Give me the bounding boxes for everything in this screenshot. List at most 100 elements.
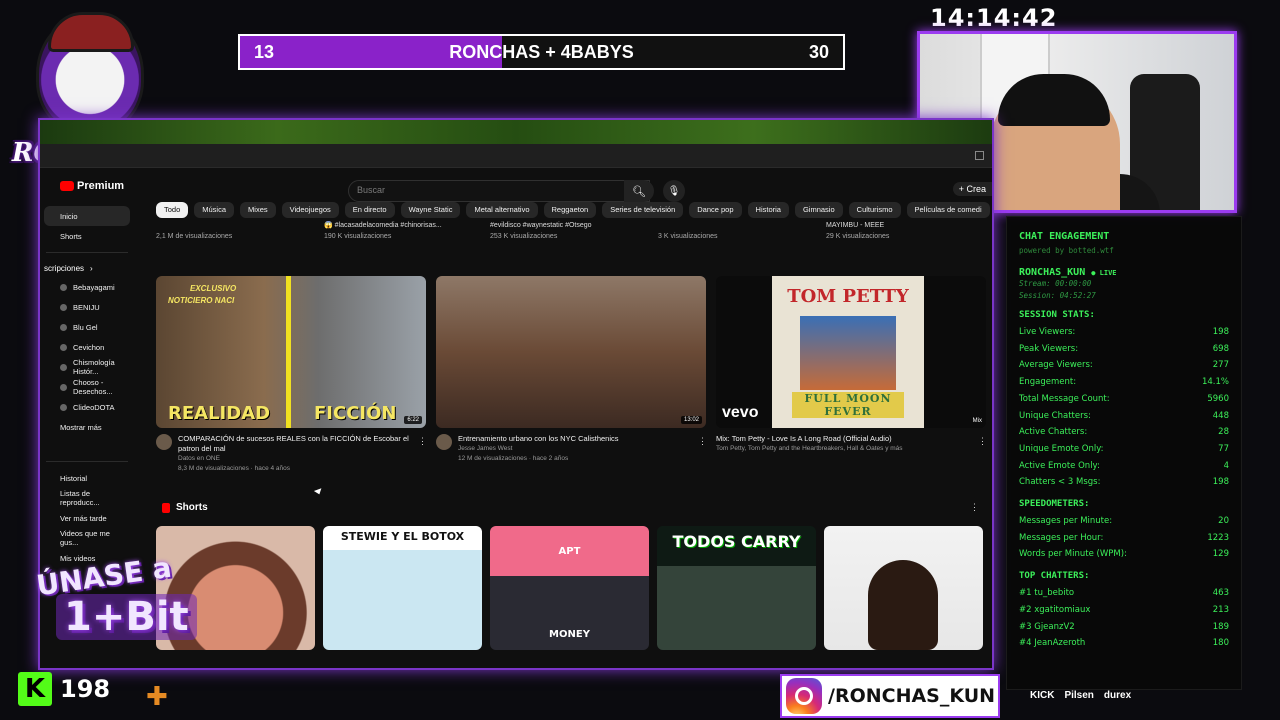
short-caption: STEWIE Y EL BOTOX (340, 530, 465, 543)
sidebar-show-more[interactable]: Mostrar más (44, 417, 130, 437)
chip-music[interactable]: Música (194, 202, 235, 218)
video-channel[interactable]: Datos en ONE (178, 454, 426, 464)
sidebar-item-playlists[interactable]: Listas de reproducc... (44, 488, 130, 508)
video-thumbnail[interactable]: EXCLUSIVO NOTICIERO NACI REALIDAD FICCIÓ… (156, 276, 426, 428)
subscription-label: Bebayagami (73, 282, 115, 292)
chatter-row: #1 tu_bebito 463 (1019, 585, 1229, 602)
channel-avatar[interactable] (436, 434, 452, 450)
voice-search-button[interactable]: 🎙︎ (663, 180, 685, 202)
prev-video-views: 2,1 M de visualizaciones (156, 233, 233, 240)
chip-history[interactable]: Historia (747, 202, 789, 218)
create-button[interactable]: + Crea (952, 182, 992, 196)
short-card[interactable]: TODOS CARRY (657, 526, 816, 650)
channel-avatar-icon (60, 303, 67, 311)
score-bar: 13 RONCHAS + 4BABYS 30 (238, 34, 845, 70)
short-card[interactable]: STEWIE Y EL BOTOX (323, 526, 482, 650)
chatter-count: 213 (1212, 604, 1229, 615)
video-card[interactable]: TOM PETTY FULL MOON FEVER vevo Mix Mix: … (716, 276, 987, 454)
channel-avatar-icon (60, 323, 67, 331)
short-card[interactable]: APT MONEY (490, 526, 649, 650)
speed-value: 20 (1218, 516, 1229, 527)
chip-wayne-static[interactable]: Wayne Static (400, 202, 461, 218)
video-thumbnail[interactable]: 13:02 (436, 276, 706, 428)
panel-user: RONCHAS_KUN ● LIVE (1019, 267, 1229, 278)
prev-video-meta[interactable]: MAYIMBU - MEEE 29 K visualizaciones (826, 220, 889, 242)
chip-reggaeton[interactable]: Reggaeton (543, 202, 597, 218)
stat-row: Live Viewers: 198 (1019, 324, 1229, 341)
sponsor-durex: durex (1103, 690, 1132, 701)
subscription-label: Chooso - Desechos... (73, 378, 113, 396)
youtube-sidebar: Inicio Shorts scripciones › Bebayagami B… (40, 206, 134, 568)
sidebar-item-history[interactable]: Historial (44, 468, 130, 488)
prev-video-meta[interactable]: 3 K visualizaciones (658, 220, 718, 242)
short-caption-secondary: MONEY (549, 629, 590, 640)
shorts-more-options-icon[interactable]: ⋮ (970, 502, 979, 513)
video-channel[interactable]: Tom Petty, Tom Petty and the Heartbreake… (716, 444, 903, 454)
search-button[interactable]: 🔍︎ (624, 180, 654, 202)
sidebar-item-subscription[interactable]: Bebayagami (44, 277, 130, 297)
sidebar-item-subscription[interactable]: ClideoDOTA (44, 397, 130, 417)
sidebar-item-subscription[interactable]: BENIJU (44, 297, 130, 317)
search-icon: 🔍︎ (632, 185, 646, 198)
chip-mixes[interactable]: Mixes (240, 202, 276, 218)
video-title[interactable]: COMPARACIÓN de sucesos REALES con la FIC… (178, 434, 426, 454)
thumbnail-divider (286, 276, 291, 428)
chip-comedy-movies[interactable]: Películas de comedi (906, 202, 990, 218)
sidebar-item-watch-later[interactable]: Ver más tarde (44, 508, 130, 528)
prev-video-title: 😱 #lacasadelacomedia #chinorisas... (324, 222, 442, 229)
stat-row: Unique Emote Only: 77 (1019, 441, 1229, 458)
sidebar-subscriptions-header[interactable]: scripciones › (40, 259, 134, 277)
more-options-icon[interactable]: ⋮ (418, 436, 427, 447)
video-stats: 12 M de visualizaciones · hace 2 años (458, 455, 569, 462)
video-title[interactable]: Entrenamiento urbano con los NYC Calisth… (458, 434, 619, 444)
chip-gym[interactable]: Gimnasio (794, 202, 843, 218)
sidebar-item-subscription[interactable]: Chooso - Desechos... (44, 377, 130, 397)
browser-tab-bar[interactable] (40, 120, 992, 144)
chip-all[interactable]: Todo (156, 202, 189, 218)
sidebar-item-shorts[interactable]: Shorts (44, 226, 130, 246)
chip-dance-pop[interactable]: Dance pop (689, 202, 742, 218)
chip-live[interactable]: En directo (344, 202, 395, 218)
video-channel[interactable]: Jesse James West (458, 444, 619, 454)
prev-video-meta[interactable]: 😱 #lacasadelacomedia #chinorisas... 190 K… (324, 220, 442, 242)
video-card[interactable]: 13:02 Entrenamiento urbano con los NYC C… (436, 276, 707, 464)
channel-avatar[interactable] (156, 434, 172, 450)
sidebar-item-subscription[interactable]: Cevichon (44, 337, 130, 357)
prev-video-meta[interactable]: #evildisco #waynestatic #Otsego 253 K vis… (490, 220, 592, 242)
speed-row: Messages per Hour: 1223 (1019, 530, 1229, 547)
video-title[interactable]: Mix: Tom Petty - Love Is A Long Road (Of… (716, 434, 903, 444)
stat-value: 277 (1212, 360, 1229, 371)
subscription-label: Chismología Histór... (73, 358, 115, 376)
chip-videogames[interactable]: Videojuegos (281, 202, 339, 218)
video-card[interactable]: EXCLUSIVO NOTICIERO NACI REALIDAD FICCIÓ… (156, 276, 427, 474)
channel-avatar-icon (60, 403, 67, 411)
join-promo: ÚNASE a 1+Bit (34, 551, 226, 664)
stream-clock: 14:14:42 (930, 4, 1058, 32)
chip-bodybuilding[interactable]: Culturismo (848, 202, 901, 218)
sidebar-item-home[interactable]: Inicio (44, 206, 130, 226)
short-card[interactable] (824, 526, 983, 650)
search-input[interactable]: Buscar (348, 180, 650, 202)
stat-row: Unique Chatters: 448 (1019, 408, 1229, 425)
sidebar-item-subscription[interactable]: Blu Gel (44, 317, 130, 337)
chip-tv-series[interactable]: Series de televisión (602, 202, 684, 218)
window-restore-icon[interactable] (975, 151, 984, 160)
stat-label: Total Message Count: (1019, 393, 1110, 404)
sponsor-pilsen: Pilsen (1064, 690, 1094, 701)
kick-viewer-count: K 198 (18, 672, 110, 706)
video-thumbnail[interactable]: TOM PETTY FULL MOON FEVER vevo Mix (716, 276, 986, 428)
sidebar-item-liked-videos[interactable]: Videos que me gus... (44, 528, 130, 548)
more-options-icon[interactable]: ⋮ (978, 436, 987, 447)
stat-label: Unique Chatters: (1019, 410, 1091, 421)
youtube-logo[interactable]: Premium (60, 180, 124, 192)
chip-alt-metal[interactable]: Metal alternativo (466, 202, 538, 218)
sidebar-item-subscription[interactable]: Chismología Histór... (44, 357, 130, 377)
stat-label: Unique Emote Only: (1019, 443, 1104, 454)
more-options-icon[interactable]: ⋮ (698, 436, 707, 447)
chatter-row: #3 GjeanzV2 189 (1019, 619, 1229, 636)
chatter-count: 463 (1212, 588, 1229, 599)
stat-row: Engagement: 14.1% (1019, 374, 1229, 391)
stat-row: Active Emote Only: 4 (1019, 458, 1229, 475)
prev-video-meta[interactable]: 2,1 M de visualizaciones (156, 220, 232, 242)
browser-url-bar[interactable] (40, 144, 992, 168)
